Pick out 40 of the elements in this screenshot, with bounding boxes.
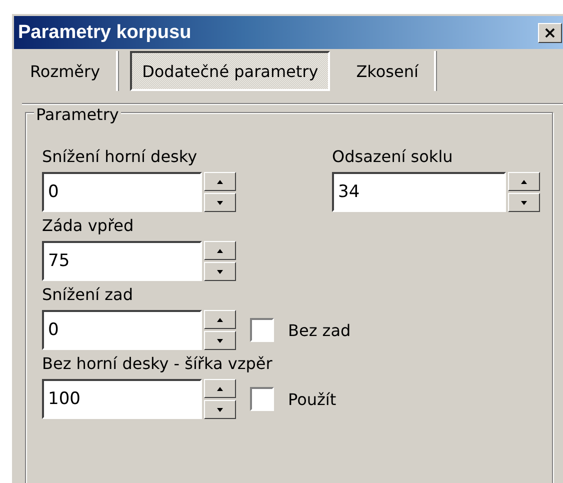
tab[interactable]: Dodatečné parametry bbox=[130, 51, 330, 91]
up-arrow-icon bbox=[217, 318, 223, 322]
down-arrow-icon bbox=[217, 408, 223, 412]
up-arrow-icon bbox=[521, 180, 527, 184]
spin-up-button[interactable] bbox=[204, 241, 236, 260]
spin-up-button[interactable] bbox=[204, 379, 236, 398]
field-label: Snížení zad bbox=[42, 285, 134, 304]
spin-down-button[interactable] bbox=[204, 400, 236, 419]
down-arrow-icon bbox=[217, 270, 223, 274]
spin-down-button[interactable] bbox=[204, 193, 236, 212]
down-arrow-icon bbox=[217, 200, 223, 204]
up-arrow-icon bbox=[217, 248, 223, 252]
spin-up-button[interactable] bbox=[508, 172, 540, 191]
field-label: Odsazení soklu bbox=[332, 147, 454, 166]
checkbox[interactable] bbox=[250, 387, 274, 411]
window-title: Parametry korpusu bbox=[18, 22, 192, 44]
field-label: Záda vpřed bbox=[42, 216, 135, 235]
spin-down-button[interactable] bbox=[508, 193, 540, 212]
field-label: Snížení horní desky bbox=[42, 147, 198, 166]
up-arrow-icon bbox=[217, 180, 223, 184]
tab[interactable]: Zkosení bbox=[350, 51, 436, 91]
group-title: Parametry bbox=[34, 105, 121, 124]
checkbox[interactable] bbox=[250, 318, 274, 342]
spin-down-button[interactable] bbox=[204, 262, 236, 281]
number-input[interactable]: 0 bbox=[42, 172, 202, 212]
field-label: Bez horní desky - šířka vzpěr bbox=[42, 354, 274, 373]
number-input[interactable]: 0 bbox=[42, 310, 202, 350]
number-input[interactable]: 75 bbox=[42, 241, 202, 281]
spin-down-button[interactable] bbox=[204, 331, 236, 350]
checkbox-label: Bez zad bbox=[288, 320, 351, 340]
number-input[interactable]: 100 bbox=[42, 379, 202, 419]
spin-up-button[interactable] bbox=[204, 172, 236, 191]
tab[interactable]: Rozměry bbox=[24, 51, 118, 91]
down-arrow-icon bbox=[217, 338, 223, 342]
checkbox-label: Použít bbox=[288, 390, 336, 408]
down-arrow-icon bbox=[521, 200, 527, 204]
number-input[interactable]: 34 bbox=[332, 172, 506, 212]
up-arrow-icon bbox=[217, 386, 223, 390]
close-button[interactable]: × bbox=[538, 22, 562, 42]
spin-up-button[interactable] bbox=[204, 310, 236, 329]
